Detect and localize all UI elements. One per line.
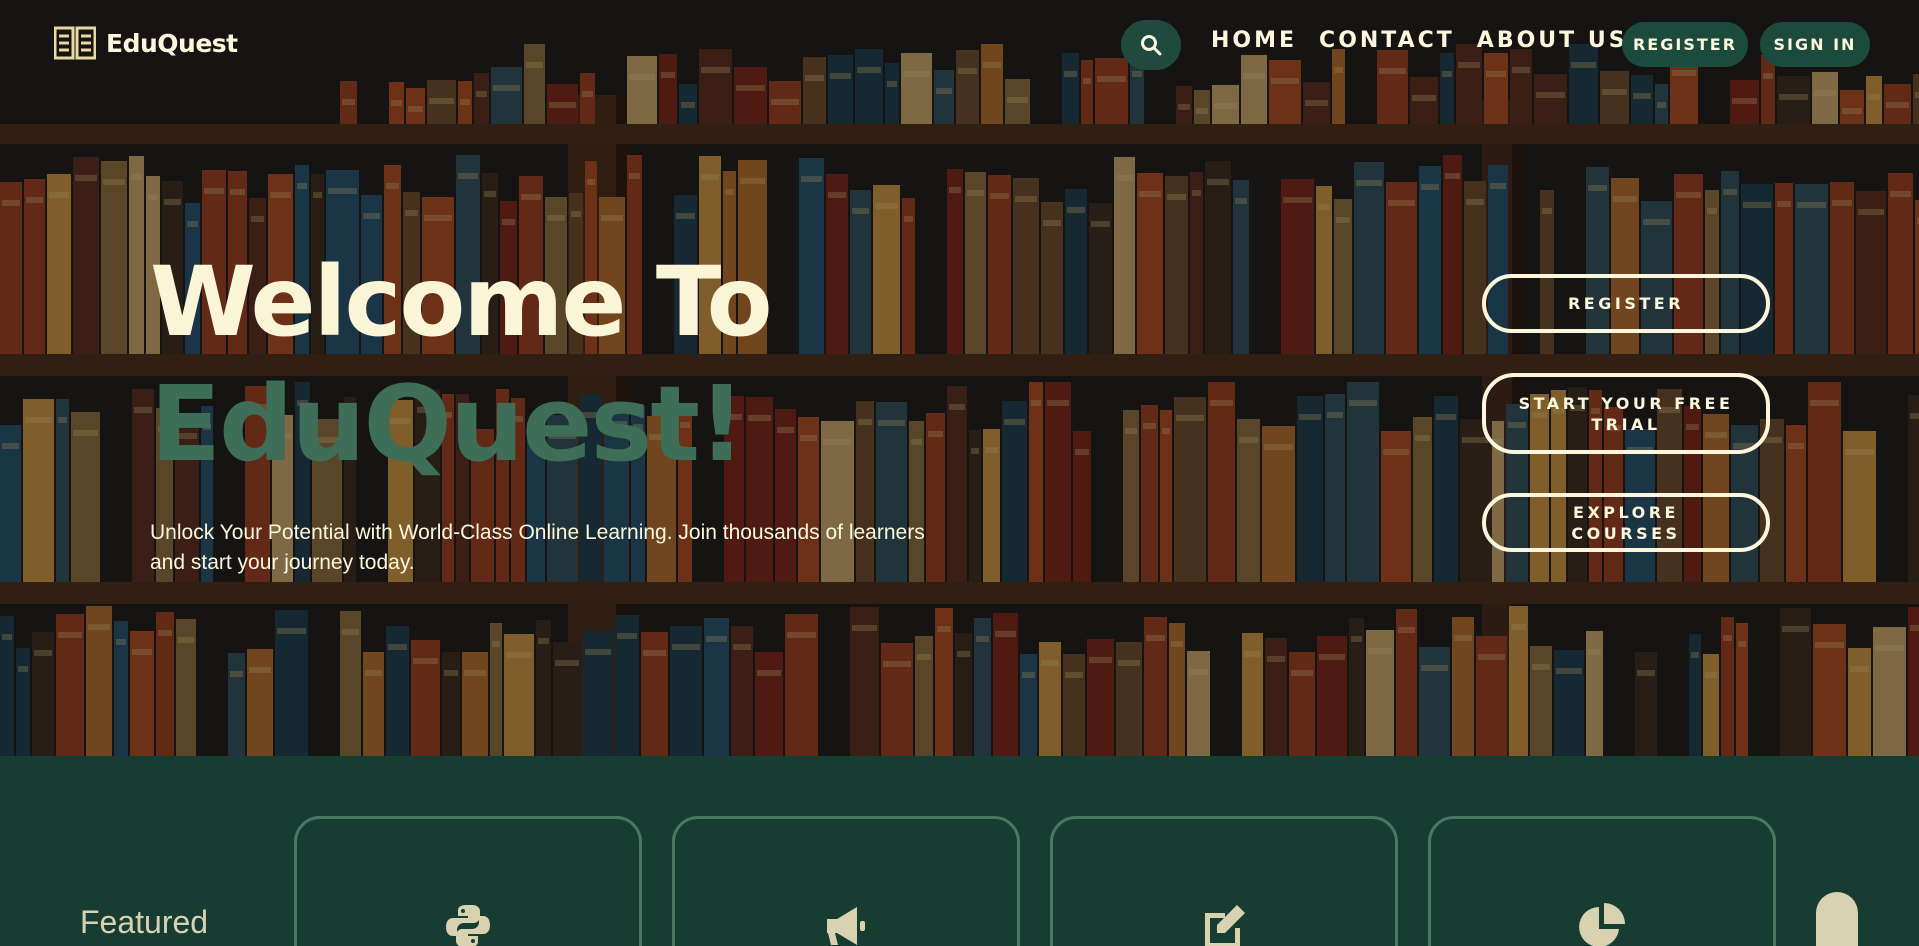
featured-title: Featured: [80, 904, 209, 940]
free-trial-button[interactable]: START YOUR FREE TRIAL: [1482, 373, 1770, 454]
python-icon: [446, 905, 490, 946]
course-card-marketing[interactable]: [672, 816, 1020, 946]
hero-title-line1: Welcome To: [150, 246, 773, 358]
brand-name: EduQuest: [106, 28, 238, 58]
nav-about-link[interactable]: ABOUT US: [1477, 28, 1628, 53]
nav-register-button[interactable]: REGISTER: [1622, 22, 1748, 67]
featured-section: Featured: [0, 756, 1919, 946]
hero-register-button[interactable]: REGISTER: [1482, 274, 1770, 333]
main-nav: HOME CONTACT ABOUT US: [1211, 28, 1628, 53]
megaphone-icon: [827, 907, 865, 945]
nav-home-link[interactable]: HOME: [1211, 28, 1297, 53]
course-card-python[interactable]: [294, 816, 642, 946]
book-logo-icon: [54, 26, 96, 60]
brand-logo[interactable]: EduQuest: [54, 26, 238, 60]
nav-signin-button[interactable]: SIGN IN: [1760, 22, 1870, 67]
search-icon: [1141, 35, 1162, 56]
course-card-analytics[interactable]: [1428, 816, 1776, 946]
course-card-writing[interactable]: [1050, 816, 1398, 946]
search-button[interactable]: [1121, 20, 1181, 70]
carousel-next-card[interactable]: [1816, 892, 1858, 946]
explore-courses-button[interactable]: EXPLORE COURSES: [1482, 493, 1770, 552]
hero-tagline: Unlock Your Potential with World-Class O…: [150, 521, 925, 574]
nav-contact-link[interactable]: CONTACT: [1319, 28, 1455, 53]
hero-title-line2: EduQuest!: [150, 363, 746, 485]
edit-icon: [1205, 905, 1245, 946]
pie-chart-icon: [1579, 903, 1625, 946]
